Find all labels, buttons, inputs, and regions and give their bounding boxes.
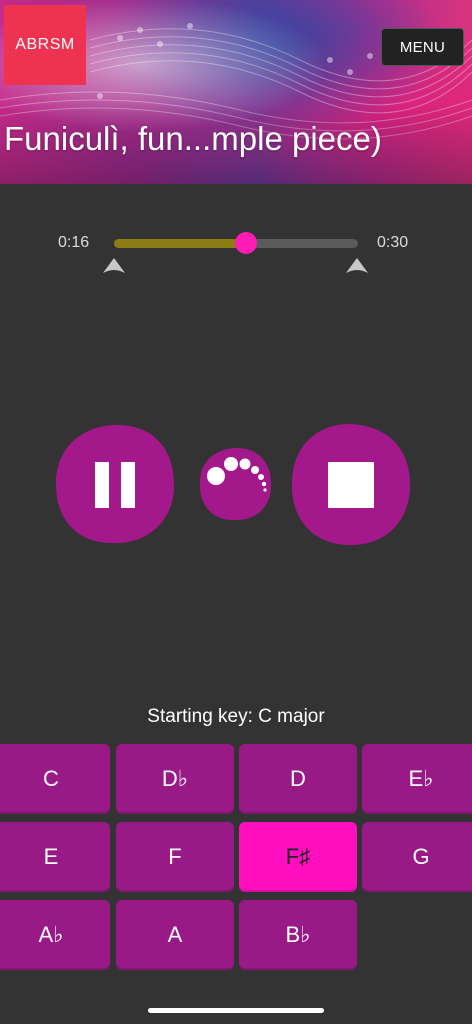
loading-button[interactable] xyxy=(198,446,273,522)
header-banner: ABRSM MENU Funiculì, fun...mple piece) xyxy=(0,0,472,184)
total-time: 0:30 xyxy=(377,234,409,251)
key-button-e-flat[interactable]: E♭ xyxy=(362,744,472,814)
key-button-b-flat[interactable]: B♭ xyxy=(239,900,357,970)
loop-start-marker-icon[interactable] xyxy=(101,256,127,276)
key-button-g[interactable]: G xyxy=(362,822,472,892)
pause-button[interactable] xyxy=(54,422,176,546)
stop-icon xyxy=(291,424,411,546)
progress-fill xyxy=(114,239,246,248)
loop-end-marker-icon[interactable] xyxy=(344,256,370,276)
starting-key-label: Starting key: C major xyxy=(147,706,325,727)
key-button-e[interactable]: E xyxy=(0,822,110,892)
key-button-f[interactable]: F xyxy=(116,822,234,892)
pause-icon xyxy=(55,424,175,544)
key-button-a[interactable]: A xyxy=(116,900,234,970)
elapsed-time: 0:16 xyxy=(58,234,90,251)
key-button-c[interactable]: C xyxy=(0,744,110,814)
menu-button[interactable]: MENU xyxy=(381,28,464,66)
key-button-a-flat[interactable]: A♭ xyxy=(0,900,110,970)
progress-thumb[interactable] xyxy=(234,232,257,254)
key-button-d-flat[interactable]: D♭ xyxy=(116,744,234,814)
abrsm-logo[interactable]: ABRSM xyxy=(4,5,86,85)
home-indicator[interactable] xyxy=(148,1008,324,1013)
key-button-d[interactable]: D xyxy=(239,744,357,814)
song-title: Funiculì, fun...mple piece) xyxy=(4,120,382,157)
stop-button[interactable] xyxy=(290,422,412,548)
key-button-f-sharp[interactable]: F♯ xyxy=(239,822,357,892)
loading-dots-icon xyxy=(199,447,272,521)
